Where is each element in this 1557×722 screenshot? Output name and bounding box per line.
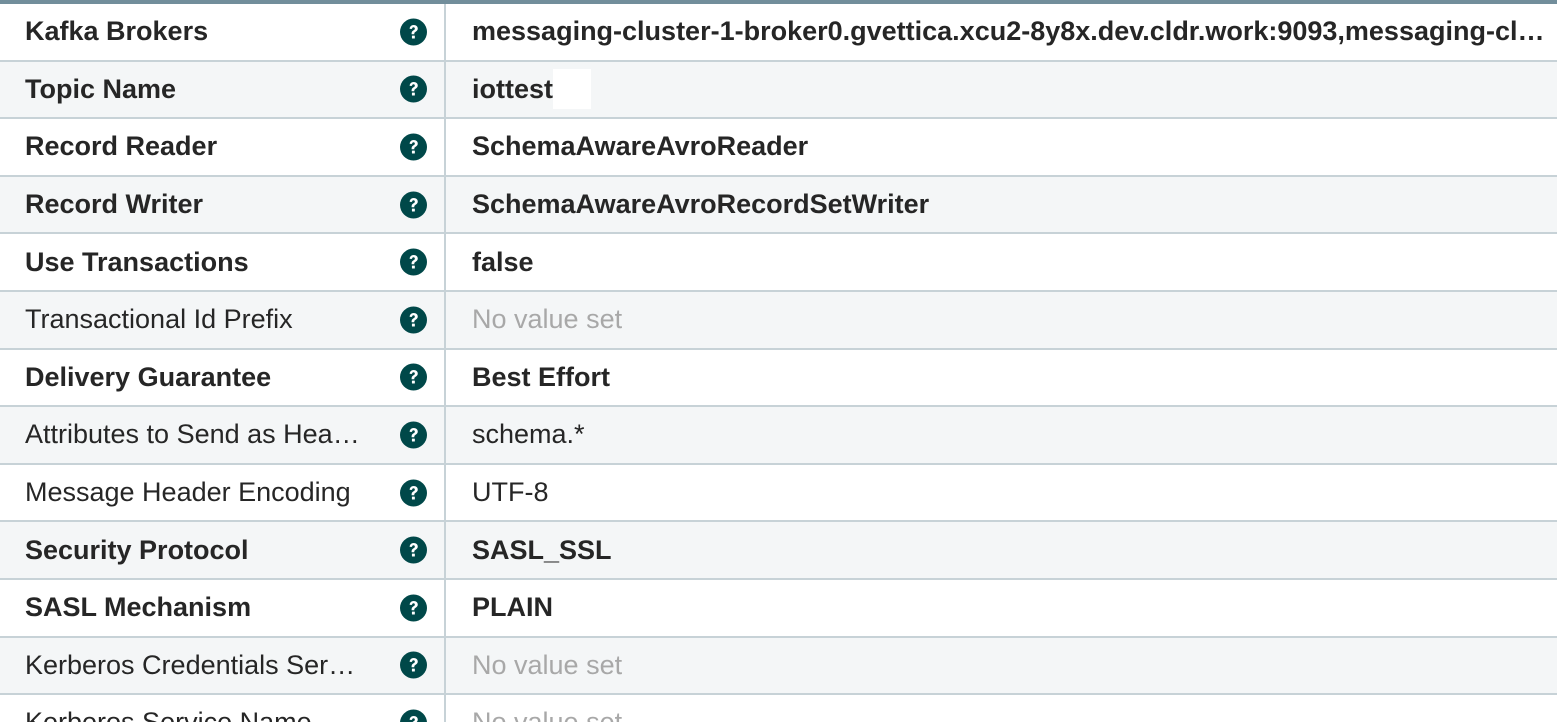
property-row: Record Writer SchemaAwareAvroRecordSetWri… xyxy=(0,176,1557,235)
property-name-cell: SASL Mechanism xyxy=(0,579,446,636)
question-circle-icon[interactable] xyxy=(400,75,427,103)
property-name: Delivery Guarantee xyxy=(25,361,272,392)
question-circle-icon[interactable] xyxy=(400,594,427,622)
property-value-cell[interactable]: messaging-cluster-1-broker0.gvettica.xcu… xyxy=(446,4,1557,60)
property-row: Attributes to Send as Headers (Regex) sch… xyxy=(0,407,1557,465)
property-name: Attributes to Send as Headers (Regex) xyxy=(25,419,360,450)
question-circle-icon[interactable] xyxy=(400,306,427,334)
property-name: Use Transactions xyxy=(25,246,249,277)
property-name: Message Header Encoding xyxy=(25,477,351,508)
property-value-cell[interactable]: UTF-8 xyxy=(446,465,1557,521)
property-value-cell[interactable]: PLAIN xyxy=(446,580,1557,636)
property-value: false xyxy=(472,246,534,277)
property-name: SASL Mechanism xyxy=(25,592,252,623)
property-value: UTF-8 xyxy=(472,477,549,508)
property-row: Kerberos Credentials Service No value set xyxy=(0,637,1557,696)
property-value: No value set xyxy=(472,649,623,680)
property-row: Kerberos Service Name No value set xyxy=(0,695,1557,722)
property-row: Transactional Id Prefix No value set xyxy=(0,291,1557,350)
property-value: Best Effort xyxy=(472,361,611,392)
question-circle-icon[interactable] xyxy=(400,133,427,161)
property-value-cell[interactable]: iottest xyxy=(446,62,1557,118)
property-name: Topic Name xyxy=(25,73,177,104)
property-row: Use Transactions false xyxy=(0,234,1557,292)
property-name-cell: Record Reader xyxy=(0,119,446,175)
property-row: SASL Mechanism PLAIN xyxy=(0,579,1557,638)
property-value: schema.* xyxy=(472,419,585,450)
property-value-cell[interactable]: SchemaAwareAvroReader xyxy=(446,119,1557,175)
property-name-cell: Kerberos Credentials Service xyxy=(0,637,446,694)
question-circle-icon[interactable] xyxy=(400,363,427,391)
property-name-cell: Use Transactions xyxy=(0,234,446,290)
property-name: Kafka Brokers xyxy=(25,16,209,47)
question-circle-icon[interactable] xyxy=(400,479,427,507)
property-name: Transactional Id Prefix xyxy=(25,304,293,335)
property-value-cell[interactable]: SchemaAwareAvroRecordSetWriter xyxy=(446,177,1557,233)
property-value: No value set xyxy=(472,707,622,722)
question-circle-icon[interactable] xyxy=(400,421,427,449)
property-name: Record Writer xyxy=(25,189,204,220)
question-circle-icon[interactable] xyxy=(400,191,427,219)
property-row: Delivery Guarantee Best Effort xyxy=(0,349,1557,408)
property-value-cell[interactable]: No value set xyxy=(446,292,1557,348)
property-value: PLAIN xyxy=(472,592,553,623)
property-name: Record Reader xyxy=(25,131,218,162)
property-value: SchemaAwareAvroReader xyxy=(472,131,809,162)
property-value: SASL_SSL xyxy=(472,534,612,565)
property-value: SchemaAwareAvroRecordSetWriter xyxy=(472,189,930,220)
property-name-cell: Kafka Brokers xyxy=(0,4,446,60)
property-name: Security Protocol xyxy=(25,534,249,565)
processor-properties-table: Kafka Brokers messaging-cluster-1-broker0… xyxy=(0,0,1557,722)
property-value-cell[interactable]: false xyxy=(446,234,1557,290)
property-value-cell[interactable]: No value set xyxy=(446,638,1557,694)
question-circle-icon[interactable] xyxy=(400,18,427,46)
property-row: Topic Name iottest xyxy=(0,61,1557,120)
property-value: No value set xyxy=(472,304,623,335)
property-row: Message Header Encoding UTF-8 xyxy=(0,464,1557,523)
property-name-cell: Record Writer xyxy=(0,176,446,233)
property-row: Record Reader SchemaAwareAvroReader xyxy=(0,119,1557,177)
property-name: Kerberos Credentials Service xyxy=(25,649,360,680)
property-name-cell: Delivery Guarantee xyxy=(0,349,446,406)
question-circle-icon[interactable] xyxy=(400,536,427,564)
question-circle-icon[interactable] xyxy=(400,248,427,276)
property-row: Security Protocol SASL_SSL xyxy=(0,522,1557,580)
property-value-cell[interactable]: schema.* xyxy=(446,407,1557,463)
property-name-cell: Transactional Id Prefix xyxy=(0,291,446,348)
property-value: iottest xyxy=(472,73,553,104)
property-name: Kerberos Service Name xyxy=(25,707,360,722)
property-row: Kafka Brokers messaging-cluster-1-broker0… xyxy=(0,4,1557,62)
property-name-cell: Topic Name xyxy=(0,61,446,118)
property-name-cell: Attributes to Send as Headers (Regex) xyxy=(0,407,446,463)
property-value-cell[interactable]: SASL_SSL xyxy=(446,522,1557,578)
question-circle-icon[interactable] xyxy=(400,709,427,722)
property-value-cell[interactable]: Best Effort xyxy=(446,350,1557,406)
property-value-cell[interactable]: No value set xyxy=(446,695,1557,722)
property-name-cell: Kerberos Service Name xyxy=(0,695,446,722)
value-highlight xyxy=(553,69,591,110)
property-name-cell: Security Protocol xyxy=(0,522,446,578)
question-circle-icon[interactable] xyxy=(400,651,427,679)
property-name-cell: Message Header Encoding xyxy=(0,464,446,521)
property-value: messaging-cluster-1-broker0.gvettica.xcu… xyxy=(472,16,1553,47)
